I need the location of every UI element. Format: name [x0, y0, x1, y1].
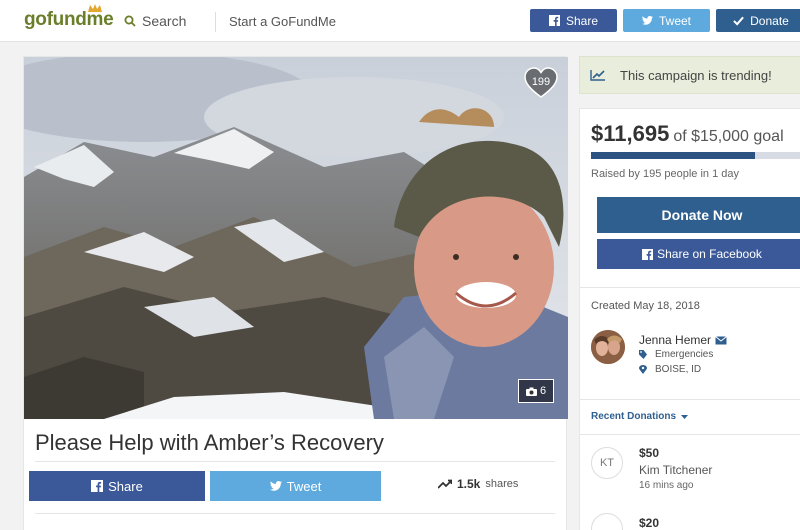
- tweet-label: Tweet: [286, 478, 322, 494]
- organizer-avatar[interactable]: [591, 330, 625, 364]
- share-on-facebook-label: Share on Facebook: [657, 247, 762, 261]
- search-icon: [124, 15, 136, 27]
- search-link[interactable]: Search: [124, 13, 186, 29]
- divider: [580, 434, 800, 435]
- facebook-icon: [642, 248, 654, 260]
- donation-time: 16 mins ago: [639, 480, 694, 491]
- recent-donations-label: Recent Donations: [591, 411, 677, 422]
- recent-donations-toggle[interactable]: Recent Donations: [591, 411, 689, 422]
- category-row[interactable]: Emergencies: [639, 349, 713, 360]
- top-nav: gofundme Search Start a GoFundMe Share T…: [0, 0, 800, 42]
- divider: [580, 287, 800, 288]
- twitter-icon: [641, 16, 653, 25]
- progress-fill: [591, 152, 755, 159]
- facebook-icon: [548, 15, 560, 26]
- tweet-button[interactable]: Tweet: [210, 471, 381, 501]
- header-share-label: Share: [565, 13, 599, 28]
- shares-number: 1.5k: [457, 477, 481, 491]
- location-pin-icon: [639, 365, 647, 374]
- campaign-title: Please Help with Amber’s Recovery: [35, 430, 384, 455]
- twitter-icon: [269, 481, 282, 491]
- heart-count: 199: [531, 76, 551, 88]
- donor-initials: [591, 513, 623, 530]
- raised-summary: $11,695 of $15,000 goal: [591, 121, 784, 147]
- location-label: BOISE, ID: [655, 364, 702, 375]
- divider: [35, 513, 555, 514]
- campaign-card: 199 6 Please Help with Amber’s Recovery …: [23, 56, 568, 530]
- share-facebook-button[interactable]: Share: [29, 471, 205, 501]
- organizer-name: Jenna Hemer: [639, 333, 712, 347]
- goal-amount: of $15,000 goal: [673, 128, 784, 145]
- header-donate-button[interactable]: Donate: [716, 9, 800, 32]
- trending-arrow-icon: [438, 479, 452, 489]
- donate-now-button[interactable]: Donate Now: [597, 197, 800, 233]
- shares-label: shares: [485, 478, 519, 490]
- search-label: Search: [142, 13, 187, 29]
- header-donate-label: Donate: [750, 13, 789, 28]
- divider: [580, 399, 800, 400]
- tag-icon: [639, 350, 647, 359]
- caret-down-icon: [681, 414, 689, 419]
- category-label: Emergencies: [655, 349, 714, 360]
- donation-panel: $11,695 of $15,000 goal Raised by 195 pe…: [579, 108, 800, 530]
- crown-icon: [88, 4, 102, 12]
- header-tweet-label: Tweet: [658, 13, 691, 28]
- raised-note: Raised by 195 people in 1 day: [591, 168, 739, 180]
- trending-banner: This campaign is trending!: [579, 56, 800, 94]
- share-label: Share: [108, 478, 143, 494]
- organizer-photo: [591, 330, 625, 364]
- header-tweet-button[interactable]: Tweet: [623, 9, 710, 32]
- progress-bar: [591, 152, 800, 159]
- trending-chart-icon: [590, 70, 605, 81]
- header-share-button[interactable]: Share: [530, 9, 617, 32]
- donor-name: Kim Titchener: [639, 463, 713, 477]
- donor-initials: KT: [591, 447, 623, 479]
- created-date: Created May 18, 2018: [591, 300, 700, 312]
- facebook-icon: [91, 480, 104, 492]
- shares-count: 1.5k shares: [438, 477, 518, 491]
- share-on-facebook-button[interactable]: Share on Facebook: [597, 239, 800, 269]
- checkmark-icon: [733, 16, 744, 26]
- divider: [35, 461, 555, 462]
- envelope-icon[interactable]: [715, 335, 727, 345]
- start-gofundme-link[interactable]: Start a GoFundMe: [229, 14, 336, 29]
- gofundme-logo[interactable]: gofundme: [24, 4, 114, 31]
- photo-gallery-button[interactable]: 6: [518, 379, 554, 403]
- donation-amount: $20: [639, 516, 660, 530]
- trending-text: This campaign is trending!: [620, 67, 772, 83]
- nav-divider: [215, 12, 216, 32]
- campaign-photo-image: [24, 57, 568, 419]
- photo-count: 6: [539, 385, 547, 397]
- organizer-name-link[interactable]: Jenna Hemer: [639, 333, 727, 347]
- camera-icon: [525, 387, 537, 396]
- campaign-photo[interactable]: 199 6: [24, 57, 568, 419]
- location-row: BOISE, ID: [639, 364, 701, 375]
- raised-amount: $11,695: [591, 121, 670, 146]
- donation-amount: $50: [639, 446, 660, 460]
